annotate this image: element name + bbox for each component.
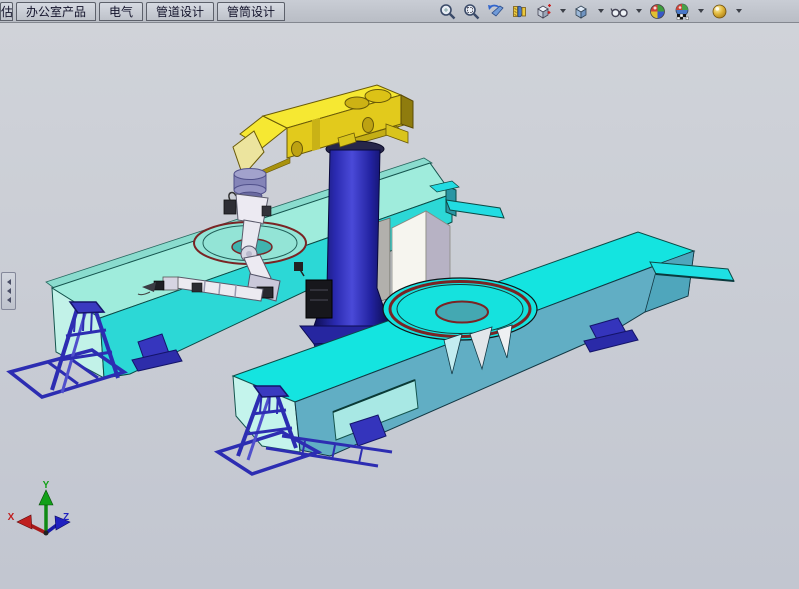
right-beam-ring[interactable] [383,278,537,340]
axis-x-label: X [8,512,15,523]
3d-viewport[interactable]: Y X Z [0,22,799,589]
apply-scene-icon[interactable] [672,2,691,21]
view-orientation-icon[interactable] [534,2,553,21]
edit-appearance-icon[interactable] [648,2,667,21]
chevron-left-icon [4,288,11,294]
zoom-to-area-icon[interactable] [462,2,481,21]
feature-tree-collapse-control[interactable] [1,272,16,310]
tab-tubing-design[interactable]: 管筒设计 [217,2,285,21]
axis-z-label: Z [63,512,69,523]
section-view-icon[interactable] [510,2,529,21]
view-settings-dropdown[interactable] [734,2,743,21]
view-orientation-dropdown[interactable] [558,2,567,21]
tab-electrical[interactable]: 电气 [99,2,143,21]
command-tabs: 估 办公室产品 电气 管道设计 管筒设计 [0,1,285,21]
chevron-left-icon [4,297,11,303]
axis-y-label: Y [43,480,50,491]
chevron-left-icon [4,279,11,285]
display-style-icon[interactable] [572,2,591,21]
tab-partial[interactable]: 估 [0,2,13,21]
heads-up-view-toolbar [438,1,743,21]
previous-view-icon[interactable] [486,2,505,21]
zoom-to-fit-icon[interactable] [438,2,457,21]
hide-show-items-dropdown[interactable] [634,2,643,21]
view-settings-icon[interactable] [710,2,729,21]
command-manager-bar: 估 办公室产品 电气 管道设计 管筒设计 [0,0,799,23]
display-style-dropdown[interactable] [596,2,605,21]
hide-show-items-icon[interactable] [610,2,629,21]
apply-scene-dropdown[interactable] [696,2,705,21]
tab-office-products[interactable]: 办公室产品 [16,2,96,21]
tab-piping-design[interactable]: 管道设计 [146,2,214,21]
